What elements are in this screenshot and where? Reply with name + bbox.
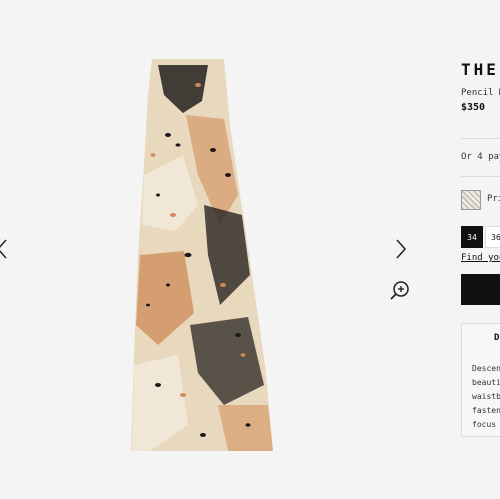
product-price: $350 xyxy=(461,102,486,113)
product-image xyxy=(131,59,273,451)
product-title: THE xyxy=(461,60,499,79)
size-option[interactable]: 36 xyxy=(485,226,500,248)
description-line: focus t xyxy=(472,420,500,429)
payments-text: Or 4 paym xyxy=(461,152,500,162)
description-line: waistba xyxy=(472,392,500,401)
product-info-panel: THE Pencil M $350 Or 4 paym Pri 34 36 Fi… xyxy=(461,0,500,499)
find-your-size-link[interactable]: Find your xyxy=(461,253,500,263)
size-option-selected[interactable]: 34 xyxy=(461,226,483,248)
divider xyxy=(461,138,500,139)
description-panel: D Descen beautif waistba fastens focus t xyxy=(461,323,500,437)
print-label: Pri xyxy=(487,194,500,204)
zoom-in-icon[interactable] xyxy=(388,279,412,303)
description-line: beautif xyxy=(472,378,500,387)
product-subtitle: Pencil M xyxy=(461,88,500,98)
product-gallery xyxy=(0,0,440,499)
print-swatch[interactable] xyxy=(461,190,481,210)
chevron-left-icon[interactable] xyxy=(0,237,10,261)
description-heading: D xyxy=(494,333,500,343)
description-line: fastens xyxy=(472,406,500,415)
divider xyxy=(461,176,500,177)
add-to-bag-button[interactable] xyxy=(461,274,500,305)
chevron-right-icon[interactable] xyxy=(393,237,409,261)
description-line: Descen xyxy=(472,364,500,373)
